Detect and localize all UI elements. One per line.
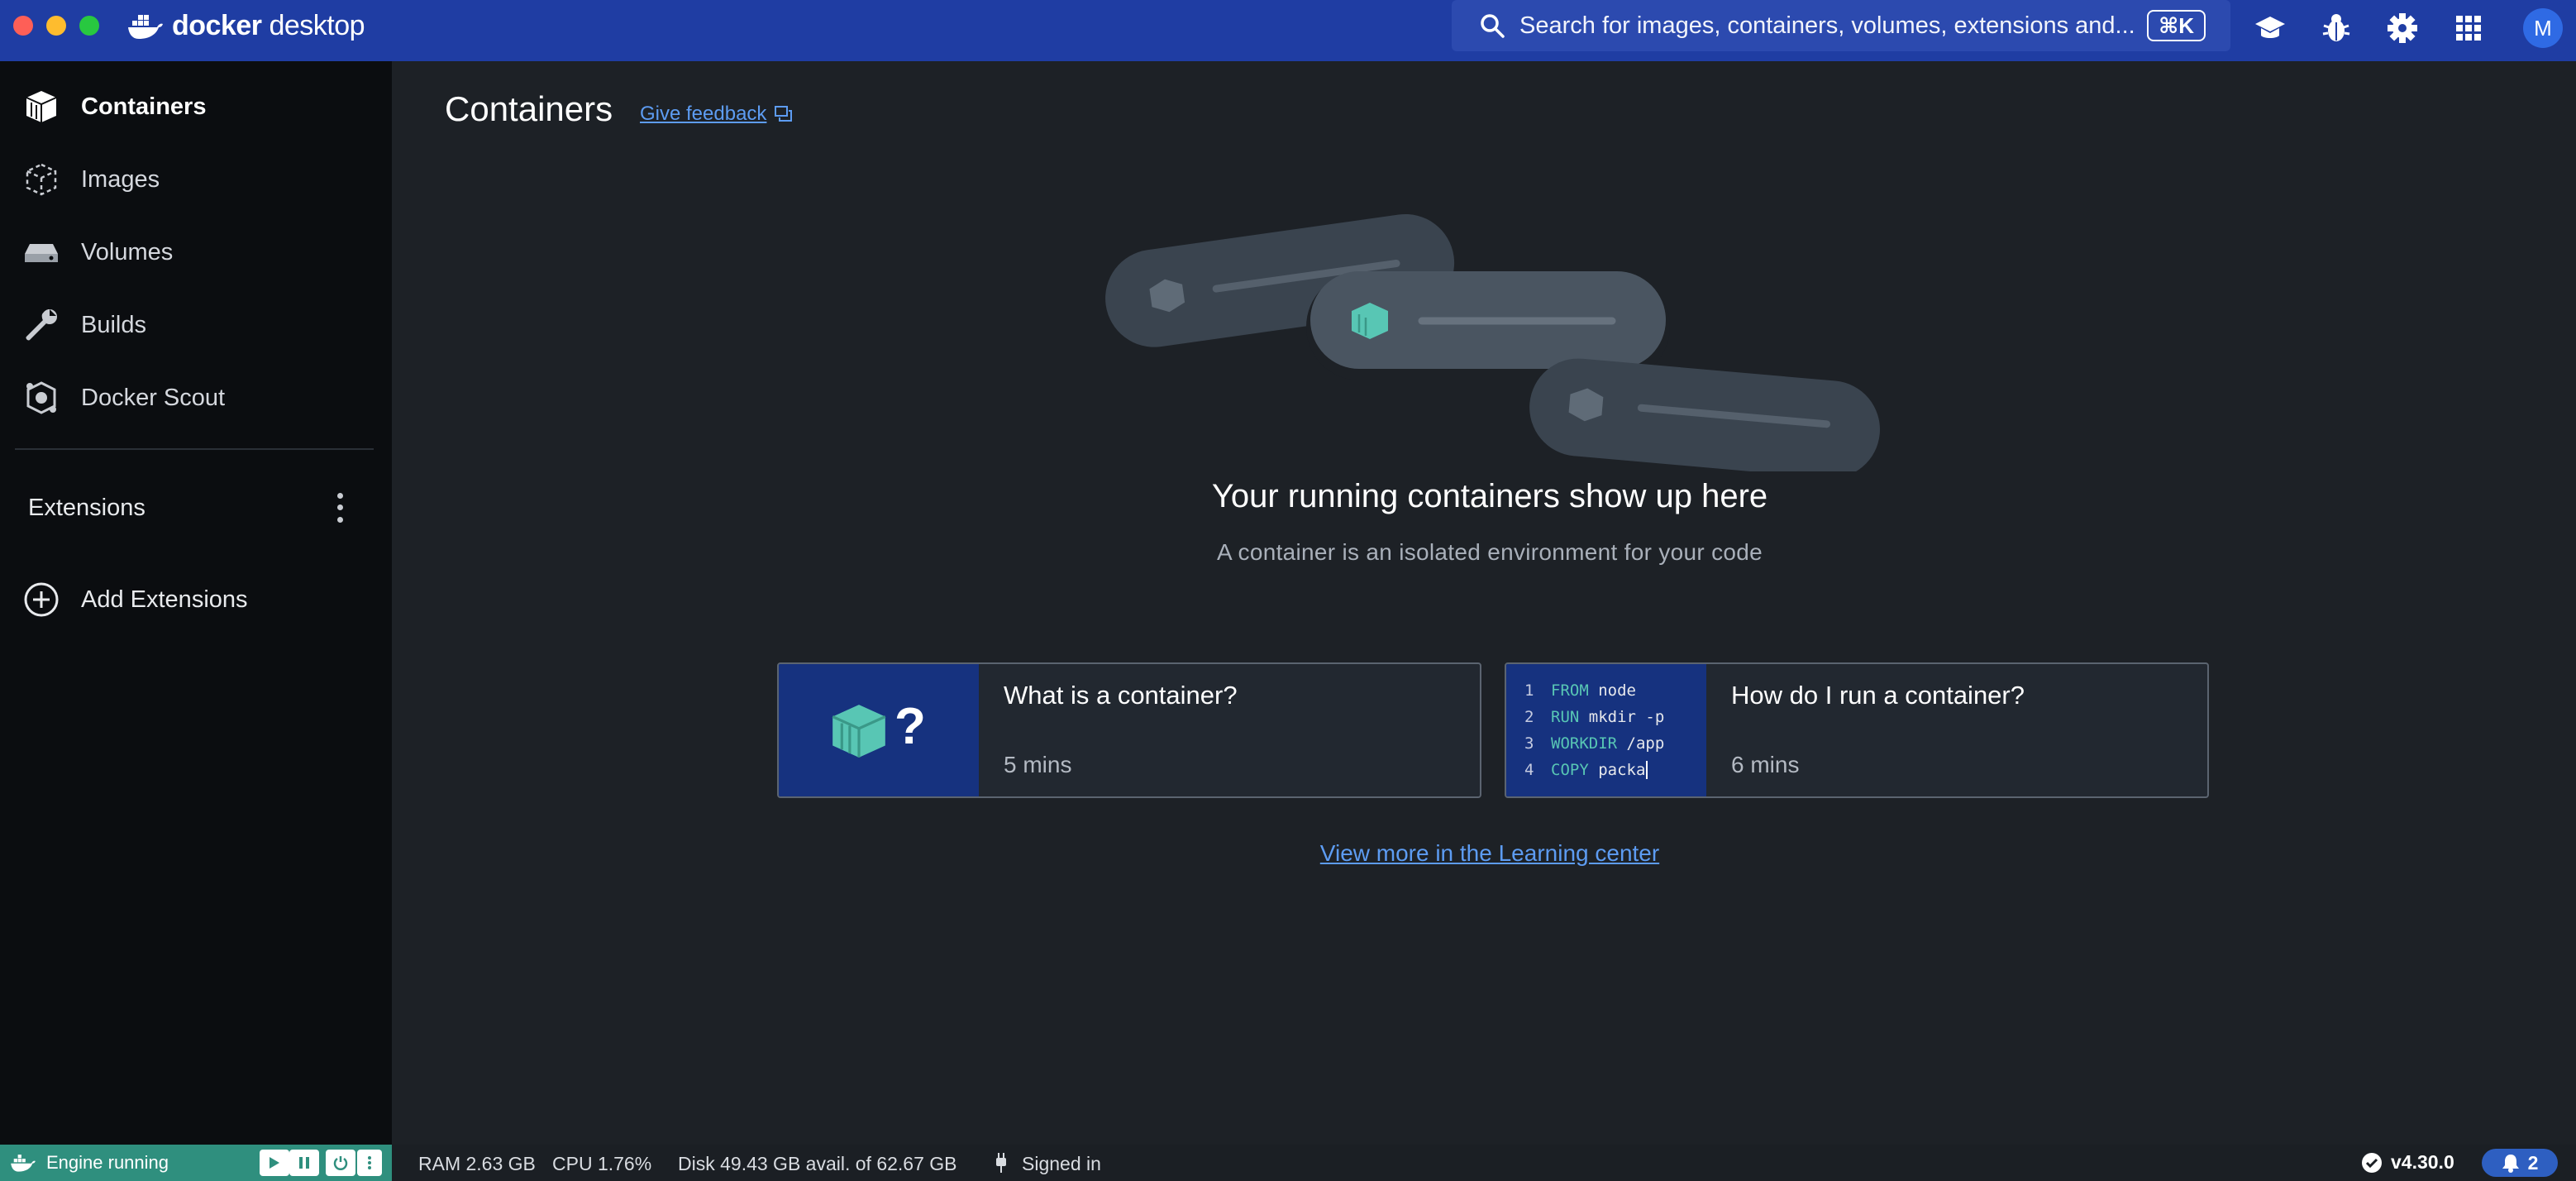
troubleshoot-button[interactable]: [2318, 10, 2354, 46]
sidebar-item-label: Docker Scout: [81, 384, 226, 411]
engine-status-label: Engine running: [46, 1152, 169, 1173]
docker-whale-icon: [128, 14, 163, 39]
empty-state-title: Your running containers show up here: [1211, 478, 1768, 514]
ram-usage: RAM 2.63 GB: [418, 1153, 536, 1174]
cpu-usage: CPU 1.76%: [552, 1153, 652, 1174]
app-name: docker desktop: [172, 10, 365, 41]
learning-card-run-container[interactable]: 1 FROM node 2 RUN mkdir -p 3 WORKDIR /app 4…: [1505, 662, 2209, 798]
card-title: What is a container?: [1004, 681, 1238, 710]
notifications-button[interactable]: 2: [2482, 1149, 2558, 1177]
question-mark-icon: ?: [894, 698, 926, 755]
container-cube-icon: [832, 705, 886, 758]
engine-pause-button[interactable]: [289, 1150, 319, 1176]
sidebar-item-images[interactable]: Images: [0, 151, 392, 208]
grid-icon: [2456, 16, 2481, 41]
sidebar-item-builds[interactable]: Builds: [0, 296, 392, 354]
minimize-window-button[interactable]: [46, 16, 66, 36]
images-icon: [21, 160, 61, 199]
user-avatar[interactable]: M: [2523, 8, 2563, 48]
add-extensions-label: Add Extensions: [81, 586, 248, 613]
check-circle-icon: [2362, 1152, 2382, 1173]
engine-status[interactable]: Engine running: [0, 1145, 392, 1181]
version-label: v4.30.0: [2391, 1151, 2454, 1173]
empty-state-illustration: [1105, 213, 1880, 471]
search-placeholder: Search for images, containers, volumes, …: [1519, 12, 2135, 39]
sidebar-item-volumes[interactable]: Volumes: [0, 223, 392, 281]
scout-icon: [21, 378, 61, 418]
containers-icon: [21, 87, 61, 127]
sidebar-item-label: Containers: [81, 93, 207, 120]
kebab-icon: [368, 1156, 371, 1169]
power-icon: [333, 1156, 348, 1170]
sidebar-item-label: Images: [81, 165, 160, 193]
volumes-icon: [21, 232, 61, 272]
page-title: Containers: [445, 89, 613, 128]
empty-state-subtitle: A container is an isolated environment f…: [1217, 539, 1763, 565]
sidebar-divider: [15, 448, 374, 450]
bug-icon: [2322, 14, 2350, 41]
give-feedback-label: Give feedback: [640, 103, 767, 125]
code-snippet: 1 FROM node 2 RUN mkdir -p 3 WORKDIR /app 4…: [1524, 681, 1665, 779]
plug-icon: [996, 1153, 1006, 1173]
gear-icon: [2388, 13, 2417, 43]
give-feedback-link[interactable]: Give feedback: [640, 103, 793, 126]
engine-power-button[interactable]: [326, 1150, 355, 1176]
learning-center-button[interactable]: [2252, 10, 2288, 46]
search-shortcut-badge: ⌘K: [2147, 10, 2206, 41]
add-circle-icon: [21, 580, 61, 619]
close-window-button[interactable]: [13, 16, 33, 36]
card-duration: 6 mins: [1731, 752, 1800, 777]
sidebar-item-docker-scout[interactable]: Docker Scout: [0, 369, 392, 427]
play-icon: [270, 1157, 279, 1169]
signed-in-status: Signed in: [1022, 1153, 1101, 1174]
search-icon: [1481, 14, 1505, 38]
graduation-cap-icon: [2255, 17, 2285, 38]
sidebar-item-label: Volumes: [81, 238, 174, 265]
docker-logo: docker desktop: [127, 10, 365, 42]
apps-grid-button[interactable]: [2450, 10, 2487, 46]
extensions-heading: Extensions: [28, 495, 145, 521]
bell-icon: [2502, 1155, 2519, 1173]
card-thumbnail: ?: [779, 664, 979, 796]
notification-count: 2: [2527, 1151, 2539, 1174]
title-bar: docker desktop Search for images, contai…: [0, 0, 2576, 61]
pause-icon: [299, 1157, 309, 1169]
wrench-icon: [21, 305, 61, 345]
status-bar: Engine running RAM 2.63 GB CPU 1.76% Dis…: [0, 1145, 2576, 1181]
version-badge[interactable]: v4.30.0: [2361, 1151, 2454, 1174]
card-title: How do I run a container?: [1731, 681, 2025, 710]
learning-card-what-is-container[interactable]: ? What is a container? 5 mins: [777, 662, 1481, 798]
feedback-icon: [775, 106, 793, 122]
add-extensions-button[interactable]: Add Extensions: [0, 571, 392, 629]
docker-whale-icon: [11, 1155, 36, 1172]
disk-usage: Disk 49.43 GB avail. of 62.67 GB: [678, 1153, 957, 1174]
card-duration: 5 mins: [1004, 752, 1072, 777]
sidebar-item-label: Builds: [81, 311, 146, 338]
engine-start-button[interactable]: [260, 1150, 289, 1176]
zoom-window-button[interactable]: [79, 16, 99, 36]
learning-center-link[interactable]: View more in the Learning center: [827, 840, 2153, 867]
card-thumbnail: 1 FROM node 2 RUN mkdir -p 3 WORKDIR /app 4…: [1506, 664, 1706, 796]
global-search-bar[interactable]: Search for images, containers, volumes, …: [1452, 0, 2230, 51]
settings-button[interactable]: [2384, 10, 2421, 46]
sidebar-item-containers[interactable]: Containers: [0, 78, 392, 136]
engine-menu-button[interactable]: [357, 1150, 382, 1176]
extensions-menu-button[interactable]: [327, 490, 352, 526]
sidebar: Containers Images Volumes Builds Docker …: [0, 61, 392, 1145]
